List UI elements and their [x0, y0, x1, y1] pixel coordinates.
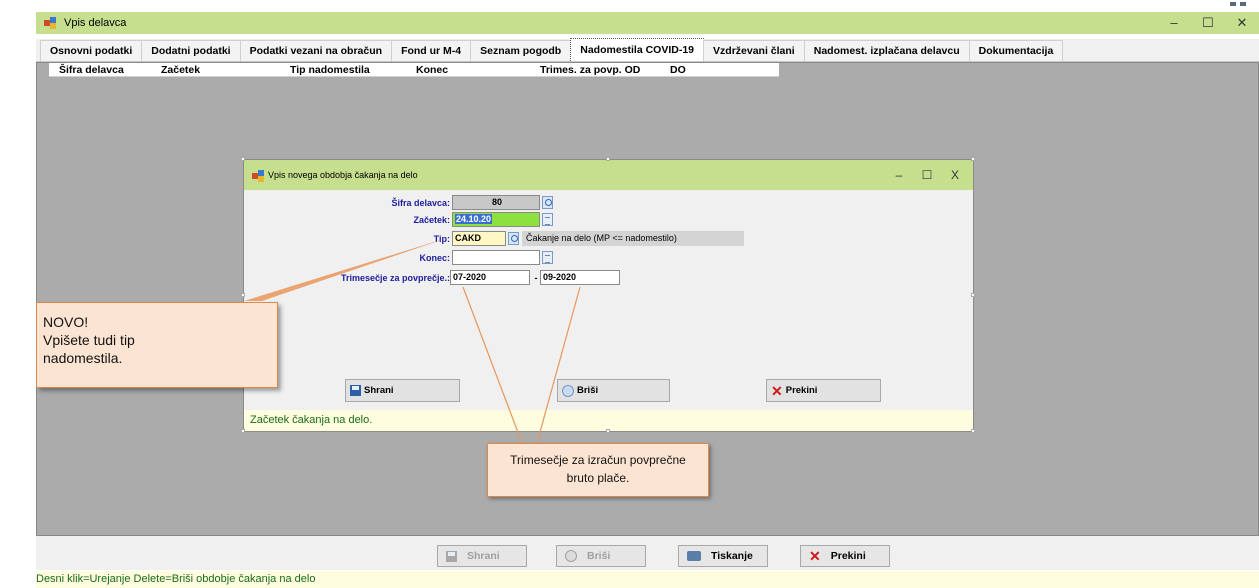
resize-handle[interactable]	[606, 429, 610, 433]
column-zacetek[interactable]: Začetek	[161, 64, 200, 76]
callout-new-type-line2: Vpišete tudi tip	[43, 332, 135, 348]
app-icon	[44, 17, 58, 29]
quarter-from-field[interactable]: 07-2020	[450, 270, 530, 285]
delete-button-label: Briši	[587, 550, 611, 562]
delete-icon	[562, 384, 574, 397]
end-calendar-icon[interactable]	[542, 251, 553, 264]
quarter-to-field[interactable]: 09-2020	[540, 270, 620, 285]
tab-dodatni-podatki[interactable]: Dodatni podatki	[141, 40, 241, 61]
resize-handle[interactable]	[971, 293, 975, 297]
employee-id-field[interactable]: 80	[452, 195, 540, 210]
cancel-button-label: Prekini	[830, 550, 866, 562]
tab-podatki-obracun[interactable]: Podatki vezani na obračun	[239, 40, 393, 61]
tab-bar: Osnovni podatki Dodatni podatki Podatki …	[36, 38, 1259, 62]
dialog-delete-label: Briši	[577, 385, 599, 396]
close-x-icon: ✕	[809, 548, 821, 564]
background-window-edge	[1222, 0, 1259, 8]
screen: Vpis delavca – ☐ ✕ Osnovni podatki Dodat…	[0, 0, 1259, 588]
dialog-minimize-button[interactable]: –	[885, 160, 913, 190]
column-konec[interactable]: Konec	[416, 64, 448, 76]
column-trimes-od[interactable]: Trimes. za povp. OD	[540, 64, 640, 76]
print-button-label: Tiskanje	[711, 550, 753, 562]
dialog-cancel-button[interactable]: ✕ Prekini	[766, 379, 881, 402]
main-window-title: Vpis delavca	[64, 17, 127, 29]
tab-seznam-pogodb[interactable]: Seznam pogodb	[470, 40, 572, 61]
callout-quarter-line1: Trimesečje za izračun povprečne	[510, 453, 686, 467]
resize-handle[interactable]	[971, 429, 975, 433]
start-date-value: 24.10.20	[455, 214, 493, 224]
employee-id-label: Šifra delavca:	[391, 198, 450, 208]
resize-handle[interactable]	[971, 157, 975, 161]
tab-nadomest-izplacana[interactable]: Nadomest. izplačana delavcu	[803, 40, 970, 61]
tab-osnovni-podatki[interactable]: Osnovni podatki	[40, 40, 143, 61]
print-button[interactable]: Tiskanje	[678, 545, 768, 567]
tab-nadomestila-covid[interactable]: Nadomestila COVID-19	[570, 38, 705, 61]
dialog-maximize-button[interactable]: ☐	[913, 160, 941, 190]
new-period-dialog: Vpis novega obdobja čakanja na delo – ☐ …	[243, 159, 974, 432]
grid-header: Šifra delavca Začetek Tip nadomestila Ko…	[49, 63, 779, 77]
callout-new-type: NOVO! Vpišete tudi tip nadomestila.	[36, 302, 278, 388]
dialog-title: Vpis novega obdobja čakanja na delo	[268, 170, 418, 180]
delete-button-main[interactable]: Briši	[556, 545, 646, 567]
cancel-button-main[interactable]: ✕ Prekini	[800, 545, 890, 567]
resize-handle[interactable]	[606, 157, 610, 161]
end-date-field[interactable]	[452, 250, 540, 265]
tab-vzdrzevani-clani[interactable]: Vzdrževani člani	[703, 40, 805, 61]
save-button-main[interactable]: Shrani	[437, 545, 527, 567]
dialog-close-button[interactable]: X	[941, 160, 969, 190]
start-date-label: Začetek:	[413, 215, 450, 225]
dialog-save-button[interactable]: Shrani	[345, 379, 460, 402]
callout-quarter-line2: bruto plače.	[566, 471, 630, 485]
dialog-save-label: Shrani	[364, 385, 394, 396]
minimize-button[interactable]: –	[1157, 12, 1191, 34]
close-button[interactable]: ✕	[1225, 12, 1259, 34]
main-footer: Shrani Briši Tiskanje ✕ Prekini	[36, 536, 1259, 570]
close-x-icon: ✕	[771, 382, 783, 399]
employee-search-icon[interactable]	[542, 196, 553, 209]
type-label: Tip:	[433, 234, 450, 244]
column-tip-nadomestila[interactable]: Tip nadomestila	[290, 64, 370, 76]
tab-dokumentacija[interactable]: Dokumentacija	[968, 40, 1064, 61]
save-button-label: Shrani	[467, 550, 500, 562]
dialog-status-bar: Začetek čakanja na delo.	[244, 410, 973, 431]
maximize-button[interactable]: ☐	[1191, 12, 1225, 34]
column-sifra-delavca[interactable]: Šifra delavca	[59, 64, 124, 76]
start-date-field[interactable]: 24.10.20	[452, 212, 540, 227]
callout-new-type-line3: nadomestila.	[43, 350, 123, 366]
resize-handle[interactable]	[241, 157, 245, 161]
end-date-label: Konec:	[419, 253, 450, 263]
resize-handle[interactable]	[241, 293, 245, 297]
start-calendar-icon[interactable]	[542, 213, 553, 226]
resize-handle[interactable]	[241, 429, 245, 433]
printer-icon	[687, 551, 701, 561]
callout-quarter: Trimesečje za izračun povprečne bruto pl…	[487, 443, 709, 497]
dialog-delete-button[interactable]: Briši	[557, 379, 670, 402]
dialog-titlebar[interactable]: Vpis novega obdobja čakanja na delo – ☐ …	[244, 160, 973, 190]
tab-fond-ur[interactable]: Fond ur M-4	[391, 40, 472, 61]
save-icon	[350, 385, 361, 396]
type-description: Čakanje na delo (MP <= nadomestilo)	[522, 231, 744, 246]
main-status-bar: Desni klik=Urejanje Delete=Briši obdobje…	[36, 571, 1259, 588]
quarter-label: Trimesečje za povprečje.:	[340, 273, 450, 283]
delete-icon	[565, 550, 577, 562]
type-search-icon[interactable]	[508, 232, 519, 245]
dialog-app-icon	[252, 169, 264, 182]
callout-new-type-line1: NOVO!	[43, 314, 89, 330]
save-icon	[446, 550, 457, 562]
quarter-separator: -	[534, 273, 538, 283]
main-window-titlebar[interactable]: Vpis delavca – ☐ ✕	[36, 12, 1259, 34]
dialog-cancel-label: Prekini	[785, 385, 818, 396]
column-do[interactable]: DO	[670, 64, 686, 76]
type-field[interactable]: CAKD	[452, 231, 506, 246]
